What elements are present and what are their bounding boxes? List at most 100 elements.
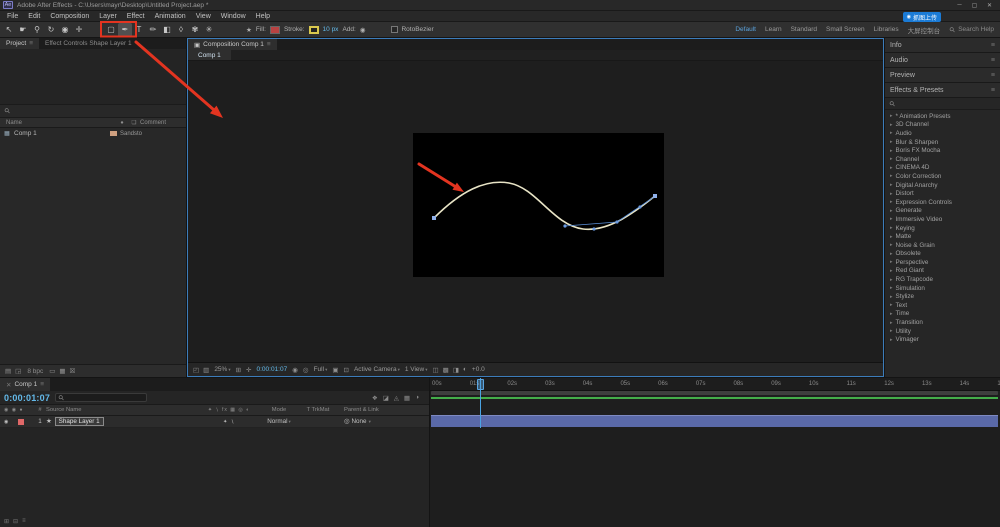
viewer-tab-comp1[interactable]: Comp 1	[188, 50, 231, 60]
fill-label[interactable]: Fill:	[256, 26, 266, 33]
eraser-tool[interactable]: ◊	[174, 23, 188, 37]
panel-header[interactable]: Preview ≡	[885, 68, 1000, 83]
disclosure-icon[interactable]: ▸	[890, 216, 893, 222]
disclosure-icon[interactable]: ▸	[890, 148, 893, 154]
timeline-tab-comp1[interactable]: ✕ Comp 1 ≡	[0, 378, 51, 391]
effects-category[interactable]: ▸ Noise & Grain	[885, 241, 1000, 250]
panel-menu-icon[interactable]: ≡	[29, 40, 33, 47]
fill-swatch[interactable]	[269, 25, 280, 34]
help-search[interactable]: ⚲ Search Help	[949, 26, 1000, 35]
effects-category[interactable]: ▸ Blur & Sharpen	[885, 138, 1000, 147]
preview-timecode[interactable]: 0:00:01:07	[257, 366, 288, 373]
effects-category[interactable]: ▸ Channel	[885, 155, 1000, 164]
pan-behind-tool[interactable]: ✛	[72, 23, 86, 37]
time-ruler[interactable]: 00s 01s 02s 03s 04s 05s 06s 07s 08s 09s 10s 11s 12s 1…	[430, 378, 1000, 391]
workspace-tab[interactable]: Standard	[791, 26, 817, 33]
disclosure-icon[interactable]: ▸	[890, 337, 893, 343]
disclosure-icon[interactable]: ▸	[890, 268, 893, 274]
transparency-grid-icon[interactable]: ▩	[443, 366, 449, 374]
minimize-icon[interactable]: ─	[952, 2, 967, 9]
panel-menu-icon[interactable]: ≡	[991, 72, 995, 79]
disclosure-icon[interactable]: ▸	[890, 191, 893, 197]
menu-item[interactable]: Edit	[23, 13, 45, 20]
effects-category[interactable]: ▸ Color Correction	[885, 172, 1000, 181]
disclosure-icon[interactable]: ▸	[890, 285, 893, 291]
menu-item[interactable]: Animation	[150, 13, 191, 20]
work-area-bar[interactable]	[431, 391, 998, 395]
pixel-aspect-icon[interactable]: ◨	[453, 366, 459, 374]
type-column-icon[interactable]: ●	[116, 120, 128, 126]
workspace-tab[interactable]: Default	[735, 26, 756, 33]
tab-effect-controls[interactable]: Effect Controls Shape Layer 1	[39, 38, 138, 49]
menu-item[interactable]: View	[191, 13, 216, 20]
effects-category[interactable]: ▸ Generate	[885, 207, 1000, 216]
composition-viewer[interactable]	[188, 61, 883, 362]
disclosure-icon[interactable]: ▸	[890, 277, 893, 283]
column-name[interactable]: Name	[0, 120, 116, 126]
timeline-search[interactable]: ⚲	[55, 393, 148, 402]
frame-blend-icon[interactable]: ▦	[404, 394, 410, 402]
effects-category[interactable]: ▸ Immersive Video	[885, 215, 1000, 224]
disclosure-icon[interactable]: ▸	[890, 242, 893, 248]
stroke-label[interactable]: Stroke:	[284, 26, 305, 33]
menu-item[interactable]: Window	[216, 13, 251, 20]
workspace-tab[interactable]: Learn	[765, 26, 782, 33]
bezier-handle-point[interactable]	[638, 205, 642, 209]
layer-label-chip[interactable]	[18, 418, 25, 425]
shape-tool[interactable]: ▢	[104, 23, 118, 37]
hide-shy-icon[interactable]: ◬	[394, 394, 399, 402]
type-tool[interactable]: T	[132, 23, 146, 37]
magnification-ratio-icon[interactable]: ▥	[203, 366, 209, 374]
zoom-dropdown[interactable]: 25% ▾	[214, 366, 230, 373]
disclosure-icon[interactable]: ▸	[890, 234, 893, 240]
label-color-chip[interactable]	[110, 131, 117, 136]
new-composition-icon[interactable]: ▦	[59, 367, 65, 375]
exposure-icon[interactable]: ◐	[463, 366, 467, 374]
new-folder-icon[interactable]: ▭	[49, 367, 55, 375]
pickwhip-icon[interactable]: ◎	[344, 418, 350, 425]
effects-category[interactable]: ▸ Obsolete	[885, 250, 1000, 259]
disclosure-icon[interactable]: ▸	[890, 156, 893, 162]
menu-item[interactable]: Effect	[122, 13, 150, 20]
disclosure-icon[interactable]: ▸	[890, 225, 893, 231]
always-preview-icon[interactable]: ◰	[193, 366, 199, 374]
workspace-tab[interactable]: Small Screen	[826, 26, 865, 33]
panel-header[interactable]: Effects & Presets ≡	[885, 83, 1000, 98]
puppet-pin-tool[interactable]: ✳	[202, 23, 216, 37]
disclosure-icon[interactable]: ▸	[890, 122, 893, 128]
bezier-handle-point[interactable]	[615, 220, 619, 224]
stroke-swatch[interactable]	[308, 25, 319, 34]
selection-tool[interactable]: ↖	[2, 23, 16, 37]
column-comment[interactable]: Comment	[140, 120, 186, 126]
expand-inout-icon[interactable]: ≡	[22, 518, 26, 525]
layer-name[interactable]: Shape Layer 1	[54, 417, 104, 426]
exposure-value[interactable]: +0.0	[472, 366, 485, 373]
effects-category[interactable]: ▸ Transition	[885, 318, 1000, 327]
path-anchor-start[interactable]	[432, 216, 436, 220]
add-icon[interactable]: ◉	[360, 26, 366, 34]
bezier-handle-line[interactable]	[616, 196, 655, 223]
effects-category[interactable]: ▸ Utility	[885, 327, 1000, 336]
disclosure-icon[interactable]: ▸	[890, 113, 893, 119]
create-proxy-icon[interactable]: ◲	[15, 367, 21, 375]
effects-category[interactable]: ▸ Distort	[885, 189, 1000, 198]
panel-menu-icon[interactable]: ≡	[40, 381, 44, 388]
fast-previews-icon[interactable]: ◫	[433, 366, 439, 374]
brush-tool[interactable]: ✏	[146, 23, 160, 37]
disclosure-icon[interactable]: ▸	[890, 182, 893, 188]
effects-category[interactable]: ▸ * Animation Presets	[885, 112, 1000, 121]
layer-switches[interactable]: ✦ ∖	[196, 419, 262, 425]
timeline-track-area[interactable]: 00s 01s 02s 03s 04s 05s 06s 07s 08s 09s 10s 11s 12s 1…	[430, 378, 1000, 527]
grid-guides-icon[interactable]: ⊞	[236, 366, 241, 374]
disclosure-icon[interactable]: ▸	[890, 302, 893, 308]
effects-category[interactable]: ▸ Simulation	[885, 284, 1000, 293]
bezier-handle-point[interactable]	[563, 224, 567, 228]
disclosure-icon[interactable]: ▸	[890, 173, 893, 179]
parent-link-dropdown[interactable]: ◎ None ▾	[340, 418, 429, 425]
effects-category[interactable]: ▸ Stylize	[885, 292, 1000, 301]
show-snapshot-icon[interactable]: ◎	[303, 366, 309, 374]
disclosure-icon[interactable]: ▸	[890, 311, 893, 317]
rotate-tool[interactable]: ↻	[44, 23, 58, 37]
layer-duration-bar[interactable]	[431, 415, 998, 427]
add-label[interactable]: Add:	[342, 26, 355, 33]
